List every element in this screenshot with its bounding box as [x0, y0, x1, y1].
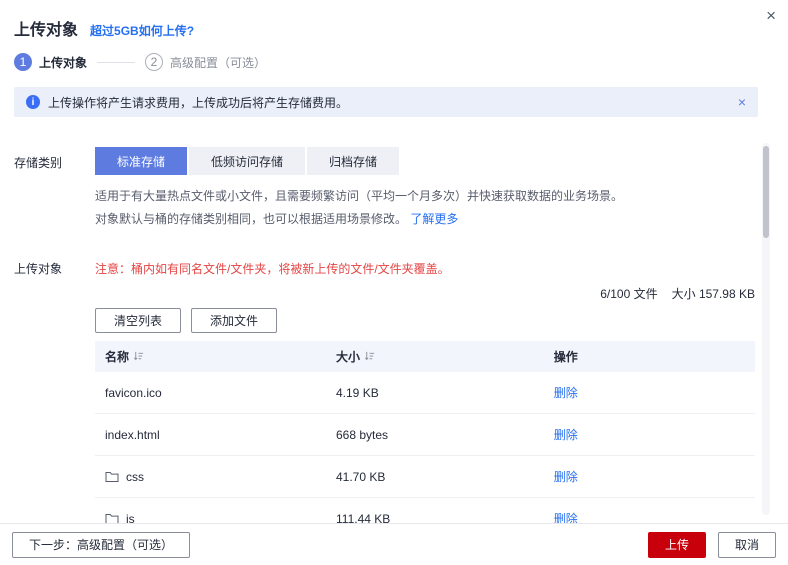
- learn-more-link[interactable]: 了解更多: [410, 212, 458, 226]
- sort-icon-size[interactable]: [364, 351, 375, 365]
- clear-list-button[interactable]: 清空列表: [95, 308, 182, 333]
- info-banner-text: 上传操作将产生请求费用，上传成功后将产生存储费用。: [48, 95, 349, 110]
- storage-class-description-2: 对象默认与桶的存储类别相同，也可以根据适用场景修改。: [95, 212, 408, 226]
- delete-link[interactable]: 删除: [554, 386, 578, 400]
- add-file-button[interactable]: 添加文件: [191, 308, 278, 333]
- column-header-action: 操作: [543, 341, 755, 372]
- file-table: 名称 大小 操作 favicon.ico 4.19 KB 删除 index.ht…: [95, 341, 755, 540]
- folder-icon: [105, 471, 119, 483]
- step-2-number: 2: [145, 53, 164, 71]
- file-size: 41.70 KB: [326, 455, 544, 498]
- info-icon: i: [26, 95, 40, 109]
- close-icon[interactable]: ×: [766, 7, 776, 24]
- file-size: 4.19 KB: [326, 372, 544, 414]
- step-connector: [97, 61, 136, 63]
- step-indicator: 1 上传对象 2 高级配置（可选）: [0, 40, 788, 71]
- delete-link[interactable]: 删除: [554, 470, 578, 484]
- cancel-button[interactable]: 取消: [717, 531, 776, 558]
- upload-object-row: 上传对象 注意：桶内如有同名文件/文件夹，将被新上传的文件/文件夹覆盖。 6/1…: [0, 253, 788, 552]
- file-name: index.html: [105, 427, 160, 442]
- file-toolbar: 清空列表 添加文件: [95, 308, 755, 333]
- table-header-row: 名称 大小 操作: [95, 341, 755, 372]
- table-row: css 41.70 KB 删除: [95, 455, 755, 498]
- dialog-footer: 下一步：高级配置（可选） 上传 取消: [0, 523, 788, 565]
- column-header-size: 大小: [326, 341, 544, 372]
- tab-infrequent-access-storage[interactable]: 低频访问存储: [189, 147, 306, 175]
- storage-class-label: 存储类别: [14, 156, 63, 170]
- next-step-button[interactable]: 下一步：高级配置（可选）: [12, 531, 191, 558]
- step-1: 1 上传对象: [14, 53, 87, 71]
- total-size: 大小 157.98 KB: [671, 287, 755, 301]
- banner-close-icon[interactable]: ×: [738, 94, 746, 110]
- delete-link[interactable]: 删除: [554, 428, 578, 442]
- table-row: index.html 668 bytes 删除: [95, 413, 755, 456]
- help-link[interactable]: 超过5GB如何上传?: [90, 22, 194, 39]
- info-banner: i 上传操作将产生请求费用，上传成功后将产生存储费用。 ×: [14, 87, 758, 117]
- file-name: favicon.ico: [105, 385, 162, 400]
- sort-icon-name[interactable]: [133, 351, 144, 365]
- vertical-scrollbar-thumb[interactable]: [763, 146, 769, 238]
- page-title: 上传对象: [14, 22, 79, 39]
- storage-class-row: 存储类别 标准存储 低频访问存储 归档存储 适用于有大量热点文件或小文件，且需要…: [0, 147, 788, 231]
- dialog-header: 上传对象 超过5GB如何上传?: [0, 0, 788, 40]
- vertical-scrollbar[interactable]: [762, 143, 770, 515]
- file-count: 6/100 文件: [600, 287, 658, 301]
- tab-standard-storage[interactable]: 标准存储: [95, 147, 188, 175]
- upload-object-dialog: × 上传对象 超过5GB如何上传? 1 上传对象 2 高级配置（可选） i 上传…: [0, 0, 788, 565]
- storage-class-tabs: 标准存储 低频访问存储 归档存储: [95, 147, 755, 175]
- column-header-name: 名称: [95, 341, 326, 372]
- step-2: 2 高级配置（可选）: [145, 53, 266, 71]
- tab-archive-storage[interactable]: 归档存储: [307, 147, 400, 175]
- upload-object-label: 上传对象: [14, 262, 63, 276]
- upload-button[interactable]: 上传: [647, 531, 706, 558]
- overwrite-warning: 注意：桶内如有同名文件/文件夹，将被新上传的文件/文件夹覆盖。: [95, 262, 450, 276]
- step-1-label: 上传对象: [39, 55, 88, 70]
- folder-name: css: [126, 469, 144, 484]
- storage-class-description-1: 适用于有大量热点文件或小文件，且需要频繁访问（平均一个月多次）并快速获取数据的业…: [95, 189, 624, 203]
- step-1-number: 1: [14, 53, 32, 71]
- file-size: 668 bytes: [326, 413, 544, 456]
- step-2-label: 高级配置（可选）: [170, 55, 267, 70]
- file-stats: 6/100 文件 大小 157.98 KB: [95, 285, 755, 302]
- table-row: favicon.ico 4.19 KB 删除: [95, 372, 755, 414]
